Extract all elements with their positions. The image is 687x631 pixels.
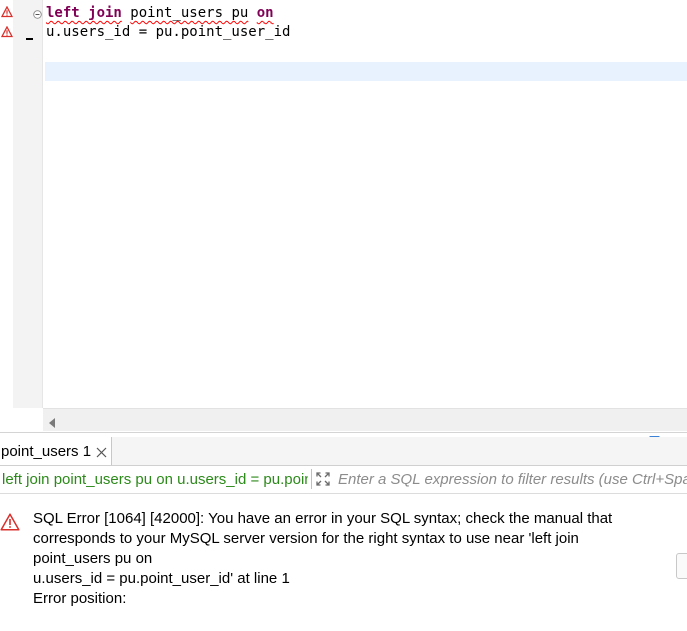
- panel-divider: [0, 432, 687, 433]
- ruler-divider: [42, 0, 43, 408]
- annotation-gutter: [0, 0, 13, 408]
- horizontal-scrollbar[interactable]: [43, 408, 687, 431]
- error-line: point_users pu on: [33, 550, 153, 567]
- warning-icon[interactable]: [1, 26, 13, 38]
- results-tab-bar: point_users 1: [0, 437, 687, 466]
- keyword-on: on: [256, 5, 274, 21]
- filter-divider: [311, 469, 312, 489]
- tab-point-users-1[interactable]: point_users 1: [0, 437, 112, 465]
- error-line: corresponds to your MySQL server version…: [33, 530, 579, 547]
- error-message: SQL Error [1064] [42000]: You have an er…: [33, 509, 643, 609]
- expand-icon[interactable]: [316, 472, 330, 486]
- warning-icon: [0, 513, 20, 531]
- fold-collapse-icon[interactable]: [33, 6, 42, 19]
- current-line-highlight: [45, 62, 687, 81]
- error-panel: SQL Error [1064] [42000]: You have an er…: [0, 494, 687, 631]
- filter-bar: left join point_users pu on u.users_id =…: [0, 466, 687, 494]
- sql-editor[interactable]: left join point_users pu on u.users_id =…: [0, 0, 687, 432]
- error-line: u.users_id = pu.point_user_id' at line 1: [33, 570, 290, 587]
- code-line-2[interactable]: u.users_id = pu.point_user_id: [46, 23, 290, 42]
- close-icon[interactable]: [96, 445, 107, 458]
- active-query-text[interactable]: left join point_users pu on u.users_id =…: [2, 471, 308, 488]
- table-identifier: point_users pu: [130, 5, 249, 21]
- tab-label: point_users 1: [1, 443, 92, 460]
- error-line: SQL Error [1064] [42000]: You have an er…: [33, 510, 613, 527]
- warning-icon[interactable]: [1, 6, 13, 18]
- scroll-left-arrow-icon[interactable]: [48, 415, 56, 433]
- code-line-1[interactable]: left join point_users pu on: [46, 4, 274, 23]
- text-caret: [26, 38, 33, 40]
- line-number-ruler: [13, 0, 42, 408]
- filter-input[interactable]: [338, 469, 687, 490]
- details-button[interactable]: [676, 553, 687, 579]
- keyword-left-join: left join: [46, 5, 122, 21]
- error-line: Error position:: [33, 590, 127, 607]
